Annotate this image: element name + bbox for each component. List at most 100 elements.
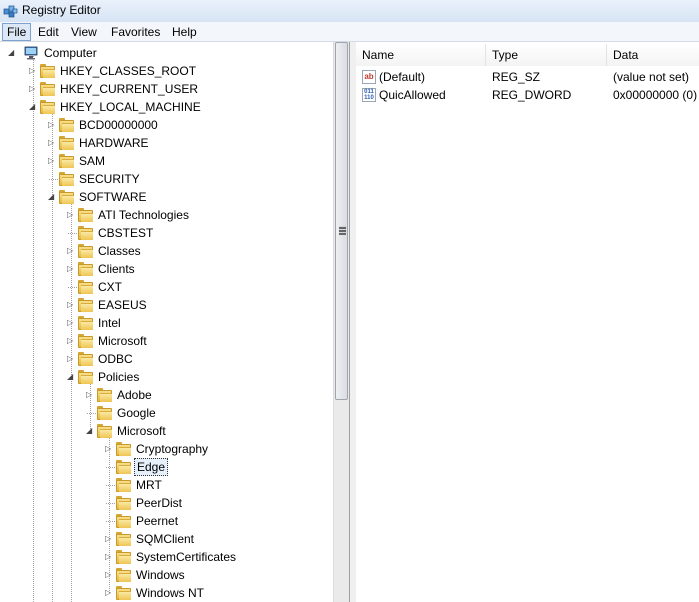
tree-item[interactable]: Google	[0, 404, 333, 422]
tree-item-label: CBSTEST	[98, 226, 154, 240]
tree-item-label: Classes	[98, 244, 141, 258]
expand-arrow-icon[interactable]: ▷	[105, 530, 114, 548]
tree-item[interactable]: ▷ Classes	[0, 242, 333, 260]
tree-item[interactable]: ◢ Microsoft	[0, 422, 333, 440]
menu-favorites[interactable]: Favorites	[107, 24, 164, 40]
tree-item-label: Google	[117, 406, 156, 420]
computer-icon	[24, 46, 38, 60]
expand-arrow-icon[interactable]: ▷	[67, 296, 76, 314]
tree-item-label: SystemCertificates	[136, 550, 237, 564]
collapse-arrow-icon[interactable]: ◢	[48, 188, 57, 206]
folder-icon	[116, 568, 131, 582]
expand-arrow-icon[interactable]: ▷	[105, 548, 114, 566]
folder-icon	[59, 190, 74, 204]
collapse-arrow-icon[interactable]: ◢	[86, 422, 95, 440]
tree-item-label: EASEUS	[98, 298, 147, 312]
tree-item[interactable]: ▷ HKEY_CURRENT_USER	[0, 80, 333, 98]
tree-item-label: Cryptography	[136, 442, 209, 456]
expand-arrow-icon[interactable]: ▷	[105, 584, 114, 602]
tree-item-label: SOFTWARE	[79, 190, 147, 204]
tree-vertical-scrollbar[interactable]: ▬ ▬ ▬	[333, 42, 349, 602]
tree-item[interactable]: ▷ Microsoft	[0, 332, 333, 350]
expand-arrow-icon[interactable]: ▷	[48, 116, 57, 134]
tree-item[interactable]: ▷ Adobe	[0, 386, 333, 404]
tree-item[interactable]: ▷ ODBC	[0, 350, 333, 368]
folder-icon	[78, 226, 93, 240]
tree-item-label: HKEY_LOCAL_MACHINE	[60, 100, 201, 114]
tree-item[interactable]: ◢ Computer	[0, 44, 333, 62]
tree-item[interactable]: ▷ Intel	[0, 314, 333, 332]
tree-connector-line	[68, 287, 77, 288]
expand-arrow-icon[interactable]: ▷	[29, 62, 38, 80]
expand-arrow-icon[interactable]: ▷	[67, 314, 76, 332]
tree-connector-line	[106, 467, 115, 468]
folder-icon	[59, 118, 74, 132]
collapse-arrow-icon[interactable]: ◢	[8, 44, 17, 62]
folder-icon	[78, 316, 93, 330]
tree-item[interactable]: ◢ SOFTWARE	[0, 188, 333, 206]
key-tree-pane[interactable]: ◢ Computer ▷ HKEY_CLASSES_ROOT ▷ HKEY_CURRENT…	[0, 42, 350, 602]
column-header-data[interactable]: Data	[607, 44, 699, 66]
folder-icon	[116, 496, 131, 510]
tree-item[interactable]: PeerDist	[0, 494, 333, 512]
folder-icon	[78, 208, 93, 222]
tree-item[interactable]: ▷ SAM	[0, 152, 333, 170]
tree-item[interactable]: ◢ Policies	[0, 368, 333, 386]
tree-item-label: Adobe	[117, 388, 152, 402]
menu-view[interactable]: View	[67, 24, 101, 40]
tree-item[interactable]: CBSTEST	[0, 224, 333, 242]
collapse-arrow-icon[interactable]: ◢	[29, 98, 38, 116]
column-header-name[interactable]: Name	[356, 44, 486, 66]
expand-arrow-icon[interactable]: ▷	[105, 566, 114, 584]
expand-arrow-icon[interactable]: ▷	[67, 260, 76, 278]
expand-arrow-icon[interactable]: ▷	[67, 332, 76, 350]
expand-arrow-icon[interactable]: ▷	[105, 440, 114, 458]
tree-item-label: HARDWARE	[79, 136, 149, 150]
folder-icon	[78, 298, 93, 312]
folder-icon	[78, 370, 93, 384]
tree-item[interactable]: ▷ HARDWARE	[0, 134, 333, 152]
tree-item[interactable]: ◢ HKEY_LOCAL_MACHINE	[0, 98, 333, 116]
tree-connector-line	[106, 521, 115, 522]
menu-edit[interactable]: Edit	[34, 24, 63, 40]
expand-arrow-icon[interactable]: ▷	[29, 80, 38, 98]
tree-item-label: SECURITY	[79, 172, 140, 186]
tree-item[interactable]: ▷ HKEY_CLASSES_ROOT	[0, 62, 333, 80]
tree-item[interactable]: ▷ Clients	[0, 260, 333, 278]
tree-item[interactable]: SECURITY	[0, 170, 333, 188]
folder-icon	[40, 100, 55, 114]
tree-item[interactable]: ▷ BCD00000000	[0, 116, 333, 134]
expand-arrow-icon[interactable]: ▷	[48, 134, 57, 152]
folder-icon	[97, 406, 112, 420]
value-row-default[interactable]: ab (Default) REG_SZ (value not set)	[356, 68, 699, 86]
tree-item[interactable]: ▷ ATI Technologies	[0, 206, 333, 224]
value-row-quicallowed[interactable]: 011 110 QuicAllowed REG_DWORD 0x00000000 …	[356, 86, 699, 104]
tree-item[interactable]: ▷ SystemCertificates	[0, 548, 333, 566]
folder-icon	[97, 424, 112, 438]
folder-icon	[59, 154, 74, 168]
tree-item-label: SAM	[79, 154, 106, 168]
menu-bar: File Edit View Favorites Help	[0, 22, 699, 42]
menu-file[interactable]: File	[2, 23, 32, 41]
tree-item-label: PeerDist	[136, 496, 183, 510]
tree-item[interactable]: CXT	[0, 278, 333, 296]
expand-arrow-icon[interactable]: ▷	[48, 152, 57, 170]
folder-icon	[78, 280, 93, 294]
column-header-type[interactable]: Type	[486, 44, 607, 66]
tree-item[interactable]: ▷ EASEUS	[0, 296, 333, 314]
folder-icon	[59, 136, 74, 150]
expand-arrow-icon[interactable]: ▷	[67, 242, 76, 260]
tree-item[interactable]: Edge	[0, 458, 333, 476]
menu-help[interactable]: Help	[168, 24, 201, 40]
tree-item[interactable]: ▷ SQMClient	[0, 530, 333, 548]
expand-arrow-icon[interactable]: ▷	[67, 350, 76, 368]
tree-item[interactable]: ▷ Cryptography	[0, 440, 333, 458]
expand-arrow-icon[interactable]: ▷	[67, 206, 76, 224]
collapse-arrow-icon[interactable]: ◢	[67, 368, 76, 386]
tree-item[interactable]: MRT	[0, 476, 333, 494]
scrollbar-thumb[interactable]: ▬ ▬ ▬	[335, 42, 348, 400]
tree-item[interactable]: ▷ Windows	[0, 566, 333, 584]
expand-arrow-icon[interactable]: ▷	[86, 386, 95, 404]
tree-item[interactable]: ▷ Windows NT	[0, 584, 333, 602]
tree-item[interactable]: Peernet	[0, 512, 333, 530]
